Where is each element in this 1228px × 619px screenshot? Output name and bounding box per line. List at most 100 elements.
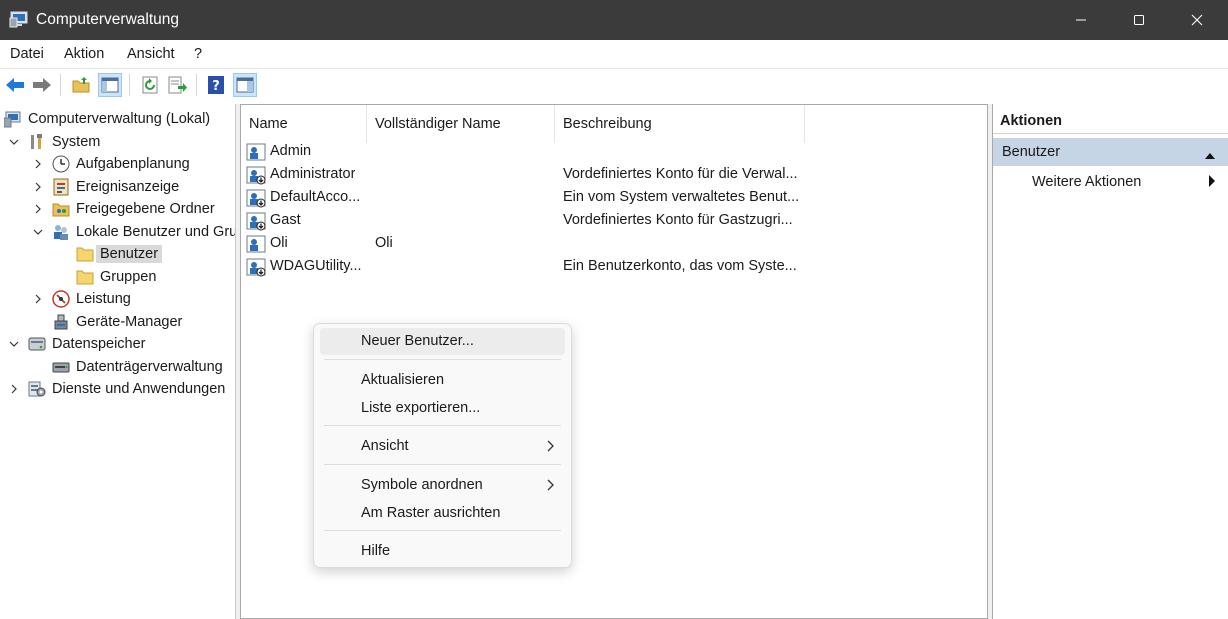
performance-icon xyxy=(52,290,70,308)
services-applications-icon xyxy=(28,380,46,398)
menu-item-liste-exportieren[interactable]: Liste exportieren... xyxy=(320,395,565,422)
menu-datei[interactable]: Datei xyxy=(10,46,44,62)
chevron-down-icon[interactable] xyxy=(8,136,20,148)
disabled-user-icon xyxy=(246,257,266,277)
export-list-icon xyxy=(168,76,187,94)
user-icon xyxy=(246,142,266,162)
device-manager-icon xyxy=(52,313,70,331)
folder-icon xyxy=(76,245,94,263)
maximize-button[interactable] xyxy=(1110,0,1168,40)
table-row[interactable]: Administrator Vordefiniertes Konto für d… xyxy=(241,163,987,186)
computer-management-icon xyxy=(4,110,22,128)
chevron-right-icon[interactable] xyxy=(32,158,44,170)
chevron-down-icon[interactable] xyxy=(32,226,44,238)
menu-item-ansicht[interactable]: Ansicht xyxy=(320,433,565,460)
show-hide-action-pane-icon xyxy=(236,77,254,93)
column-header-full-name[interactable]: Vollständiger Name xyxy=(367,105,555,143)
collapse-up-icon[interactable] xyxy=(1204,148,1216,164)
menu-separator xyxy=(324,359,561,360)
minimize-button[interactable] xyxy=(1052,0,1110,40)
tree-item-freigegebene-ordner[interactable]: Freigegebene Ordner xyxy=(32,198,215,220)
menu-separator xyxy=(324,530,561,531)
disabled-user-icon xyxy=(246,188,266,208)
help-button[interactable]: ? xyxy=(204,73,228,97)
chevron-right-icon[interactable] xyxy=(32,203,44,215)
chevron-right-icon[interactable] xyxy=(8,383,20,395)
close-button[interactable] xyxy=(1168,0,1226,40)
show-hide-tree-button[interactable] xyxy=(98,73,122,97)
minimize-icon xyxy=(1076,19,1086,21)
table-row[interactable]: Gast Vordefiniertes Konto für Gastzugri.… xyxy=(241,209,987,232)
table-row[interactable]: Oli Oli xyxy=(241,232,987,255)
menu-item-aktualisieren[interactable]: Aktualisieren xyxy=(320,367,565,394)
back-button[interactable] xyxy=(3,73,27,97)
tree-item-lokale-benutzer-und-gruppen[interactable]: Lokale Benutzer und Gruppen xyxy=(32,221,235,243)
menu-bar: Datei Aktion Ansicht ? xyxy=(0,40,1228,68)
menu-aktion[interactable]: Aktion xyxy=(64,46,104,62)
event-viewer-icon xyxy=(52,178,70,196)
actions-section-benutzer[interactable]: Benutzer xyxy=(993,138,1228,166)
maximize-icon xyxy=(1134,15,1144,25)
table-row[interactable]: Admin xyxy=(241,140,987,163)
local-users-groups-icon xyxy=(52,223,70,241)
folder-icon xyxy=(76,268,94,286)
tree-item-datenspeicher[interactable]: Datenspeicher xyxy=(8,333,146,355)
menu-help[interactable]: ? xyxy=(194,46,202,62)
disabled-user-icon xyxy=(246,211,266,231)
user-name: Admin xyxy=(270,143,312,159)
tree-item-dienste-und-anwendungen[interactable]: Dienste und Anwendungen xyxy=(8,378,225,400)
menu-item-hilfe[interactable]: Hilfe xyxy=(320,538,565,565)
tree-item-leistung[interactable]: Leistung xyxy=(32,288,131,310)
show-hide-tree-icon xyxy=(101,77,119,93)
chevron-down-icon[interactable] xyxy=(8,338,20,350)
more-actions-item[interactable]: Weitere Aktionen xyxy=(1032,174,1141,190)
user-name: WDAGUtility... xyxy=(270,258,362,274)
menu-item-neuer-benutzer[interactable]: Neuer Benutzer... xyxy=(320,328,565,355)
user-description: Vordefiniertes Konto für die Verwal... xyxy=(563,166,798,182)
forward-button[interactable] xyxy=(30,73,54,97)
column-header-description[interactable]: Beschreibung xyxy=(555,105,805,143)
storage-icon xyxy=(28,335,46,353)
submenu-arrow-icon xyxy=(1208,174,1216,192)
tree-item-system[interactable]: System xyxy=(8,131,100,153)
show-hide-action-pane-button[interactable] xyxy=(233,73,257,97)
tree-item-gruppen[interactable]: Gruppen xyxy=(76,266,156,288)
folder-up-icon xyxy=(72,77,90,93)
folder-up-button[interactable] xyxy=(69,73,93,97)
back-icon xyxy=(6,78,24,92)
shared-folders-icon xyxy=(52,200,70,218)
tree-item-aufgabenplanung[interactable]: Aufgabenplanung xyxy=(32,153,190,175)
computer-management-icon xyxy=(9,9,29,29)
tree-item-geraete-manager[interactable]: Geräte-Manager xyxy=(52,311,182,333)
chevron-right-icon[interactable] xyxy=(32,181,44,193)
tree-item-computer-management[interactable]: Computerverwaltung (Lokal) xyxy=(4,108,210,130)
tree-item-datentraegerverwaltung[interactable]: Datenträgerverwaltung xyxy=(52,356,223,378)
menu-item-am-raster-ausrichten[interactable]: Am Raster ausrichten xyxy=(320,500,565,527)
close-icon xyxy=(1191,14,1203,26)
refresh-icon xyxy=(142,76,158,94)
task-scheduler-icon xyxy=(52,155,70,173)
user-description: Ein Benutzerkonto, das vom Syste... xyxy=(563,258,797,274)
tree-item-ereignisanzeige[interactable]: Ereignisanzeige xyxy=(32,176,179,198)
menu-separator xyxy=(324,425,561,426)
tree-item-benutzer[interactable]: Benutzer xyxy=(76,243,163,265)
title-bar: Computerverwaltung xyxy=(0,0,1228,40)
user-name: Oli xyxy=(270,235,288,251)
forward-icon xyxy=(33,78,51,92)
chevron-right-icon[interactable] xyxy=(32,293,44,305)
menu-ansicht[interactable]: Ansicht xyxy=(127,46,175,62)
actions-pane: Aktionen Benutzer Weitere Aktionen xyxy=(992,104,1228,619)
table-row[interactable]: WDAGUtility... Ein Benutzerkonto, das vo… xyxy=(241,255,987,278)
chevron-right-icon xyxy=(545,478,555,492)
system-tools-icon xyxy=(28,133,46,151)
table-row[interactable]: DefaultAcco... Ein vom System verwaltete… xyxy=(241,186,987,209)
user-icon xyxy=(246,234,266,254)
refresh-button[interactable] xyxy=(138,73,162,97)
actions-header: Aktionen xyxy=(993,110,1228,134)
svg-text:?: ? xyxy=(212,79,220,94)
user-name: Administrator xyxy=(270,166,356,182)
column-header-name[interactable]: Name xyxy=(241,105,367,143)
export-list-button[interactable] xyxy=(166,73,190,97)
menu-item-symbole-anordnen[interactable]: Symbole anordnen xyxy=(320,472,565,499)
navigation-tree: Computerverwaltung (Lokal) System Aufgab… xyxy=(0,104,236,619)
